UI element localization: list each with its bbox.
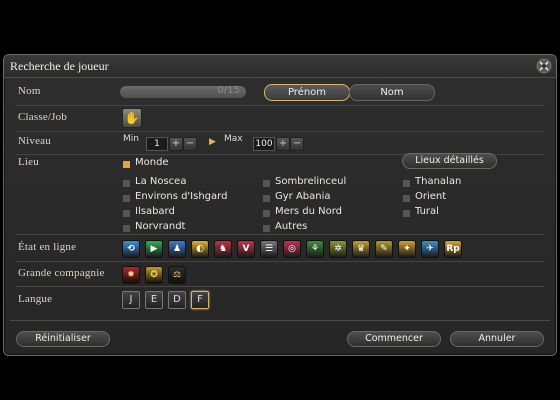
status-icon-1[interactable]: ⟲ [122, 240, 140, 258]
status-icon-6[interactable]: V [237, 240, 255, 258]
name-label: Nom [18, 85, 41, 97]
class-job-label: Classe/Job [18, 111, 68, 123]
detailed-locations-button[interactable]: Lieux détaillés [402, 153, 497, 169]
level-min-minus-button[interactable]: − [183, 137, 197, 151]
level-min-input[interactable]: 1 [146, 137, 168, 151]
divider [16, 234, 544, 235]
level-min-plus-button[interactable]: + [169, 137, 183, 151]
location-checkbox[interactable] [262, 179, 271, 188]
language-e-button[interactable]: E [145, 291, 163, 309]
class-job-icon[interactable]: ✋ [122, 108, 142, 128]
status-icon-12[interactable]: ✎ [375, 240, 393, 258]
level-max-plus-button[interactable]: + [276, 137, 290, 151]
reset-button[interactable]: Réinitialiser [16, 331, 110, 347]
close-icon[interactable] [536, 58, 552, 74]
cancel-button[interactable]: Annuler [450, 331, 544, 347]
player-search-window: Recherche de joueur Nom 0/15 Prénom Nom … [3, 54, 557, 356]
level-max-minus-button[interactable]: − [290, 137, 304, 151]
location-option-label: Gyr Abania [275, 191, 331, 202]
location-checkbox[interactable] [122, 194, 131, 203]
location-option-label: Ilsabard [135, 206, 175, 217]
level-min-label: Min [123, 134, 139, 144]
divider [16, 261, 544, 262]
language-f-button[interactable]: F [191, 291, 209, 309]
language-label: Langue [18, 293, 53, 305]
language-d-button[interactable]: D [168, 291, 186, 309]
location-option-label: Autres [275, 221, 308, 232]
name-char-counter: 0/15 [217, 85, 240, 96]
status-icon-8[interactable]: ◎ [283, 240, 301, 258]
location-label: Lieu [18, 156, 39, 168]
status-icon-3[interactable]: ♟ [168, 240, 186, 258]
maelstrom-icon[interactable]: ✹ [122, 266, 140, 284]
level-max-label: Max [224, 134, 243, 144]
location-checkbox[interactable] [402, 209, 411, 218]
status-icon-2[interactable]: ▶ [145, 240, 163, 258]
status-icon-11[interactable]: ♛ [352, 240, 370, 258]
status-icon-7[interactable]: ☰ [260, 240, 278, 258]
twin-adder-icon[interactable]: ✪ [145, 266, 163, 284]
level-max-input[interactable]: 100 [253, 137, 275, 151]
location-checkbox[interactable] [262, 209, 271, 218]
location-option-label: Mers du Nord [275, 206, 343, 217]
location-checkbox[interactable] [402, 194, 411, 203]
location-checkbox[interactable] [262, 194, 271, 203]
language-j-button[interactable]: J [122, 291, 140, 309]
world-label: Monde [135, 157, 169, 168]
location-option-label: Sombrelinceul [275, 176, 347, 187]
footer-divider [10, 320, 550, 321]
name-input[interactable]: 0/15 [120, 85, 246, 98]
window-title: Recherche de joueur [10, 59, 109, 73]
location-option-label: Thanalan [415, 176, 462, 187]
world-checkbox[interactable] [122, 160, 131, 169]
location-option-label: Orient [415, 191, 447, 202]
location-checkbox[interactable] [122, 224, 131, 233]
start-button[interactable]: Commencer [347, 331, 441, 347]
grand-company-label: Grande compagnie [18, 267, 105, 279]
immortal-flames-icon[interactable]: ⚖ [168, 266, 186, 284]
status-icon-15[interactable]: Rp [444, 240, 462, 258]
divider [16, 131, 544, 132]
location-option-label: Environs d'Ishgard [135, 191, 228, 202]
level-label: Niveau [18, 135, 51, 147]
status-icon-9[interactable]: ⚘ [306, 240, 324, 258]
divider [16, 105, 544, 106]
location-checkbox[interactable] [402, 179, 411, 188]
status-icon-10[interactable]: ✲ [329, 240, 347, 258]
first-name-toggle[interactable]: Prénom [264, 84, 350, 101]
status-icon-4[interactable]: ◐ [191, 240, 209, 258]
divider [16, 286, 544, 287]
location-option-label: Tural [415, 206, 439, 217]
title-bar[interactable]: Recherche de joueur [4, 55, 556, 78]
location-checkbox[interactable] [262, 224, 271, 233]
location-checkbox[interactable] [122, 179, 131, 188]
location-checkbox[interactable] [122, 209, 131, 218]
last-name-toggle[interactable]: Nom [349, 84, 435, 101]
online-status-label: État en ligne [18, 241, 77, 253]
status-icon-14[interactable]: ✈ [421, 240, 439, 258]
status-icon-5[interactable]: ♞ [214, 240, 232, 258]
status-icon-13[interactable]: ✦ [398, 240, 416, 258]
location-option-label: La Noscea [135, 176, 187, 187]
arrow-right-icon: ▶ [209, 137, 216, 147]
location-option-label: Norvrandt [135, 221, 186, 232]
